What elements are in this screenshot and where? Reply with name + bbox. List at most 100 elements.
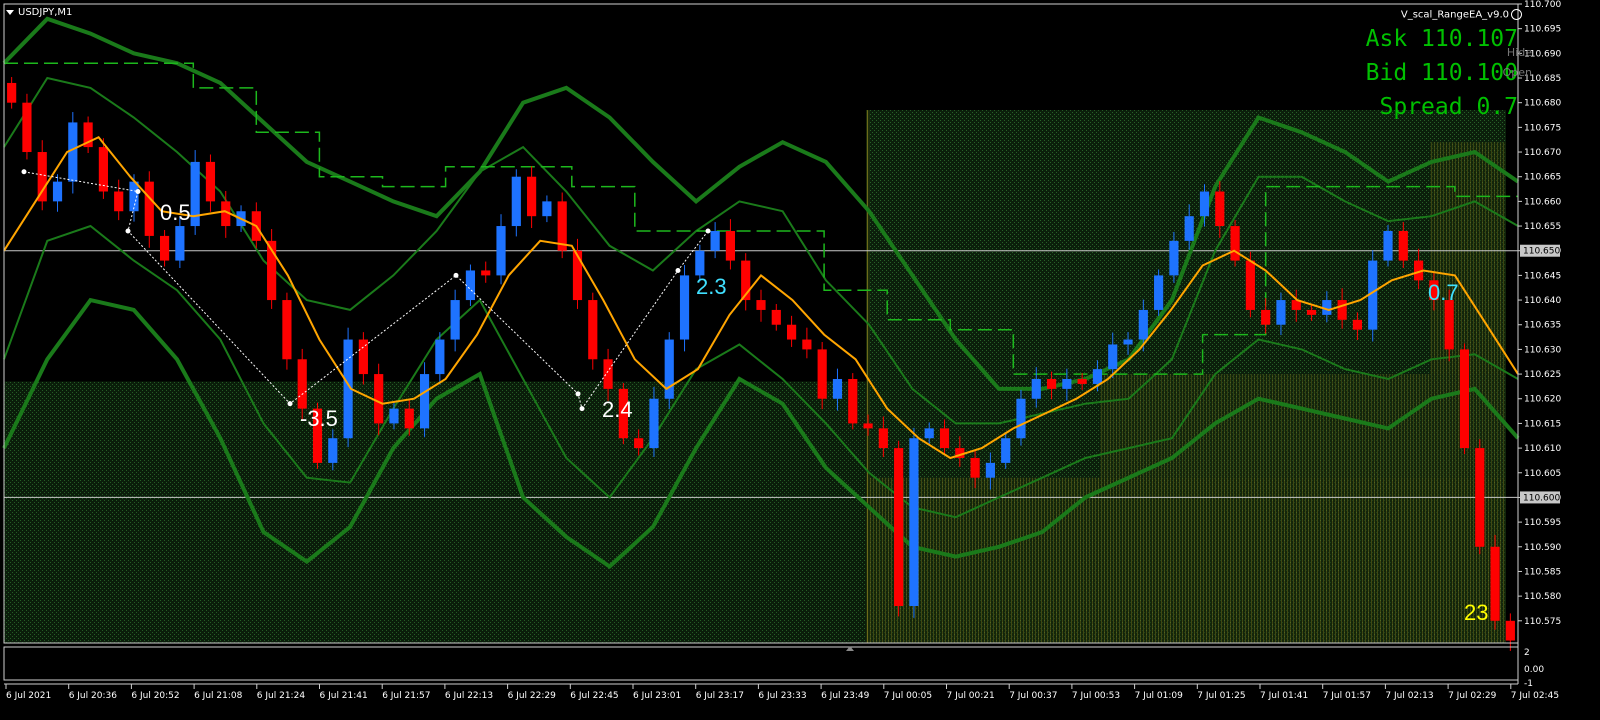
candle-body (511, 176, 521, 227)
x-tick-label: 7 Jul 02:45 (1511, 691, 1559, 701)
y-tick-label: 110.595 (1524, 518, 1561, 528)
level-tag-label: 110.600 (1523, 493, 1560, 503)
candle-body (144, 181, 154, 236)
candle-body (756, 300, 766, 310)
candle-body (786, 324, 797, 340)
y-tick-label: 110.665 (1524, 173, 1561, 183)
sub-tick-label: 0.00 (1524, 665, 1544, 675)
y-tick-label: 110.610 (1524, 444, 1561, 454)
zigzag-point (575, 391, 581, 397)
candle-body (771, 309, 781, 325)
candle-body (863, 423, 873, 429)
y-tick-label: 110.645 (1524, 271, 1561, 281)
hide-button[interactable]: Hide (1507, 46, 1532, 59)
x-tick-label: 6 Jul 22:45 (570, 691, 618, 701)
x-tick-label: 7 Jul 01:57 (1323, 691, 1371, 701)
y-tick-label: 110.620 (1524, 395, 1561, 405)
x-tick-label: 6 Jul 22:13 (445, 691, 493, 701)
candle-body (970, 457, 980, 478)
menu-arrow-icon[interactable] (6, 9, 14, 15)
candle-body (1490, 546, 1500, 621)
x-tick-label: 7 Jul 00:53 (1072, 691, 1120, 701)
expert-advisor-label[interactable]: V_scal_RangeEA_v9.0 (1401, 9, 1522, 21)
candle-body (450, 300, 460, 340)
candle-body (1031, 379, 1041, 399)
candle-body (939, 428, 950, 449)
candle-body (496, 226, 506, 276)
y-tick-label: 110.630 (1524, 345, 1561, 355)
candle-body (527, 176, 537, 217)
x-tick-label: 7 Jul 02:13 (1385, 691, 1433, 701)
x-tick-label: 6 Jul 21:41 (320, 691, 368, 701)
x-tick-label: 6 Jul 21:08 (194, 691, 243, 701)
range-zone-yellow-low (866, 477, 1506, 643)
candle-body (649, 398, 659, 449)
zigzag-point (705, 228, 711, 234)
candle-body (205, 161, 216, 202)
x-tick-label: 6 Jul 2021 (6, 691, 51, 701)
zigzag-point (453, 272, 459, 278)
x-tick-label: 6 Jul 23:01 (633, 691, 681, 701)
y-tick-label: 110.640 (1524, 296, 1561, 306)
candle-body (924, 428, 934, 439)
candle-body (1123, 339, 1133, 345)
candle-body (22, 102, 32, 153)
x-tick-label: 6 Jul 20:36 (69, 691, 118, 701)
candle-body (1245, 260, 1255, 310)
x-tick-label: 7 Jul 00:37 (1009, 691, 1057, 701)
candle-body (1230, 226, 1240, 261)
candle-body (832, 379, 843, 399)
price-chart[interactable]: 0.5-3.5 2.42.3 0.723 110.700110.695110.690… (0, 0, 1600, 720)
symbol-label[interactable]: USDJPY,M1 (6, 7, 72, 18)
y-tick-label: 110.625 (1524, 370, 1561, 380)
x-tick-label: 7 Jul 01:09 (1135, 691, 1184, 701)
x-tick-label: 7 Jul 00:05 (884, 691, 932, 701)
x-tick-label: 6 Jul 21:57 (382, 691, 430, 701)
candle-body (1383, 230, 1393, 261)
candle-body (1046, 379, 1057, 389)
candle-body (588, 300, 598, 360)
x-tick-label: 6 Jul 20:52 (131, 691, 179, 701)
sub-tick-label: 2 (1524, 648, 1530, 658)
annotation-label: 0.5 (160, 200, 191, 225)
zigzag-point (287, 401, 293, 407)
candle-body (1306, 309, 1317, 315)
x-tick-label: 6 Jul 23:17 (696, 691, 744, 701)
open-button[interactable]: Open (1503, 66, 1532, 79)
annotation-label: 2.4 (602, 397, 633, 422)
candle-body (374, 374, 384, 424)
candle-body (465, 270, 476, 301)
annotation-label: -3.5 (300, 406, 338, 431)
annotation-label: 2.3 (696, 274, 727, 299)
y-tick-label: 110.585 (1524, 567, 1561, 577)
x-tick-label: 7 Jul 01:41 (1260, 691, 1308, 701)
candle-body (389, 408, 399, 424)
candle-body (282, 300, 292, 360)
x-tick-label: 7 Jul 00:21 (947, 691, 995, 701)
candle-body (1184, 216, 1194, 241)
candle-body (435, 339, 445, 375)
y-tick-label: 110.635 (1524, 321, 1561, 331)
candle-body (1092, 369, 1103, 384)
annotation-label: 23 (1464, 600, 1488, 625)
ea-name: V_scal_RangeEA_v9.0 (1400, 9, 1509, 21)
candle-body (1459, 349, 1470, 449)
candle-body (159, 235, 170, 261)
smile-icon[interactable] (1511, 9, 1522, 20)
candle-body (1352, 319, 1363, 330)
candle-body (985, 462, 995, 478)
candle-body (328, 438, 338, 463)
candle-body (1169, 240, 1179, 276)
candle-body (909, 438, 919, 606)
ask-label: Ask 110.107 (1365, 26, 1518, 52)
candle-body (1444, 300, 1454, 350)
bid-label: Bid 110.100 (1365, 60, 1518, 86)
candle-body (878, 428, 888, 449)
y-tick-label: 110.670 (1524, 148, 1561, 158)
candle-body (1077, 379, 1087, 384)
candle-body (175, 226, 185, 261)
y-tick-label: 110.700 (1524, 0, 1561, 10)
candle-body (894, 448, 904, 606)
candle-body (481, 270, 491, 276)
x-tick-label: 6 Jul 23:49 (821, 691, 870, 701)
